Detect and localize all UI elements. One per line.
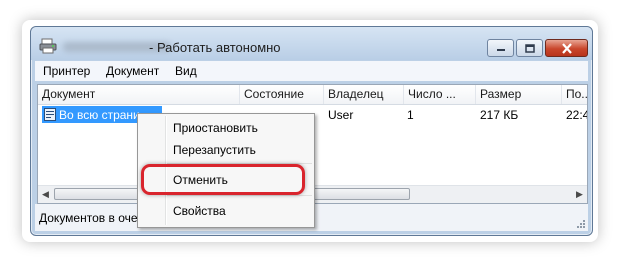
menu-document[interactable]: Документ <box>106 64 159 78</box>
menu-item-pause[interactable]: Приостановить <box>173 121 258 135</box>
resize-grip-icon[interactable] <box>576 219 586 229</box>
owner-cell: User <box>328 108 354 122</box>
menu-view[interactable]: Вид <box>175 64 197 78</box>
pages-cell: 1 <box>407 108 414 122</box>
status-text: Документов в оче <box>39 211 138 225</box>
document-icon <box>44 108 56 121</box>
column-submitted[interactable]: По... <box>562 85 587 104</box>
minimize-icon <box>496 49 505 51</box>
maximize-button[interactable] <box>516 39 543 57</box>
menu-printer[interactable]: Принтер <box>43 64 90 78</box>
column-owner[interactable]: Владелец <box>324 85 404 104</box>
submitted-cell: 22:4 <box>566 108 588 122</box>
column-pages[interactable]: Число ... <box>404 85 476 104</box>
scroll-left-icon[interactable]: ◀ <box>40 189 51 200</box>
printer-icon <box>39 38 57 54</box>
menu-item-properties[interactable]: Свойства <box>173 204 226 218</box>
maximize-icon <box>524 43 535 53</box>
document-name: Во всю страни <box>59 108 140 122</box>
menu-bar: Принтер Документ Вид <box>35 61 588 81</box>
column-header-row: Документ Состояние Владелец Число ... Ра… <box>38 85 587 105</box>
close-button[interactable] <box>545 39 588 57</box>
column-document[interactable]: Документ <box>38 85 240 104</box>
title-bar[interactable]: - Работать автономно <box>31 27 592 60</box>
scroll-right-icon[interactable]: ▶ <box>574 189 585 200</box>
column-size[interactable]: Размер <box>476 85 562 104</box>
cancel-highlight-frame <box>141 164 305 195</box>
menu-item-restart[interactable]: Перезапустить <box>173 143 256 157</box>
size-cell: 217 КБ <box>480 108 519 122</box>
close-icon <box>561 42 572 54</box>
minimize-button[interactable] <box>487 39 514 57</box>
menu-separator <box>167 195 312 196</box>
window-title: - Работать автономно <box>149 40 281 55</box>
column-status[interactable]: Состояние <box>240 85 324 104</box>
